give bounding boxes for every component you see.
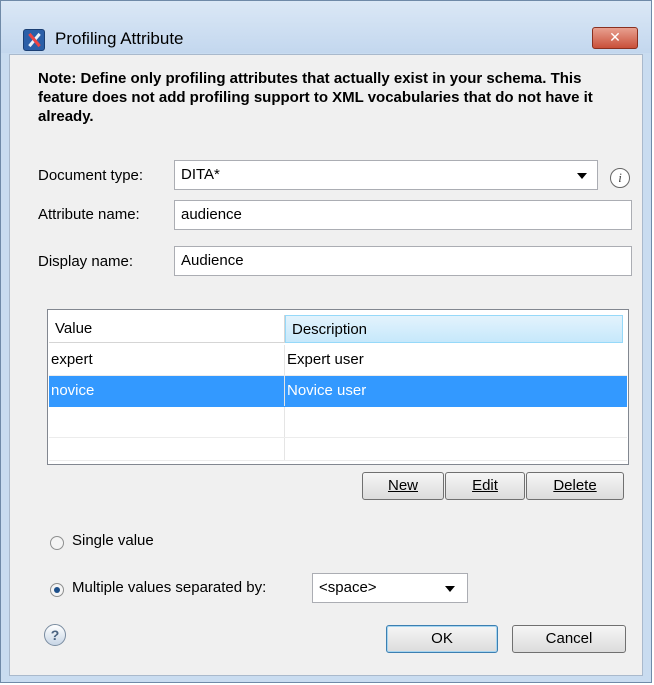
document-type-combo[interactable]: DITA*	[174, 160, 598, 190]
single-value-label[interactable]: Single value	[72, 532, 154, 549]
ok-button[interactable]: OK	[386, 625, 498, 653]
cell-description: Expert user	[287, 351, 364, 368]
table-row-empty	[49, 407, 627, 438]
dialog-body: Note: Define only profiling attributes t…	[9, 54, 643, 676]
multiple-values-label[interactable]: Multiple values separated by:	[72, 579, 266, 596]
single-value-radio[interactable]	[50, 536, 64, 550]
chevron-down-icon	[577, 173, 587, 179]
note-text: Note: Define only profiling attributes t…	[38, 70, 593, 125]
display-name-label: Display name:	[38, 253, 134, 270]
cell-value: expert	[49, 345, 285, 375]
cancel-button[interactable]: Cancel	[512, 625, 626, 653]
table-row-empty	[49, 438, 627, 461]
separator-value: <space>	[319, 579, 377, 596]
close-button[interactable]: ✕	[592, 27, 638, 49]
delete-button[interactable]: Delete	[526, 472, 624, 500]
new-button[interactable]: New	[362, 472, 444, 500]
edit-button[interactable]: Edit	[445, 472, 525, 500]
multiple-values-radio[interactable]	[50, 583, 64, 597]
separator-combo[interactable]: <space>	[312, 573, 468, 603]
document-type-label: Document type:	[38, 167, 144, 184]
cell-empty	[49, 407, 285, 437]
column-header-value[interactable]: Value	[49, 315, 285, 343]
cell-empty	[285, 438, 627, 460]
attribute-name-input[interactable]: audience	[174, 200, 632, 230]
edit-button-label: Edit	[472, 477, 498, 494]
new-button-label: New	[387, 477, 418, 494]
display-name-input[interactable]: Audience	[174, 246, 632, 276]
values-table[interactable]: Value Description expert Expert user nov…	[47, 309, 629, 465]
delete-button-label: Delete	[553, 477, 597, 494]
column-header-description[interactable]: Description	[285, 315, 623, 343]
dialog-title: Profiling Attribute	[55, 29, 184, 48]
info-icon[interactable]: i	[610, 168, 630, 188]
document-type-value: DITA*	[181, 166, 220, 183]
chevron-down-icon	[445, 586, 455, 592]
oxygen-x-icon	[23, 29, 45, 51]
dialog-window: Profiling Attribute ✕ Note: Define only …	[0, 0, 652, 683]
table-row-selected[interactable]: novice Novice user	[49, 376, 627, 407]
cell-description: Novice user	[287, 382, 367, 399]
table-header: Value Description	[49, 315, 627, 343]
cell-empty	[49, 438, 285, 460]
attribute-name-label: Attribute name:	[38, 206, 140, 223]
cell-value: novice	[49, 376, 285, 406]
title-bar[interactable]: Profiling Attribute ✕	[1, 1, 651, 53]
cell-empty	[285, 407, 627, 437]
table-row[interactable]: expert Expert user	[49, 345, 627, 376]
help-icon[interactable]: ?	[44, 624, 66, 646]
